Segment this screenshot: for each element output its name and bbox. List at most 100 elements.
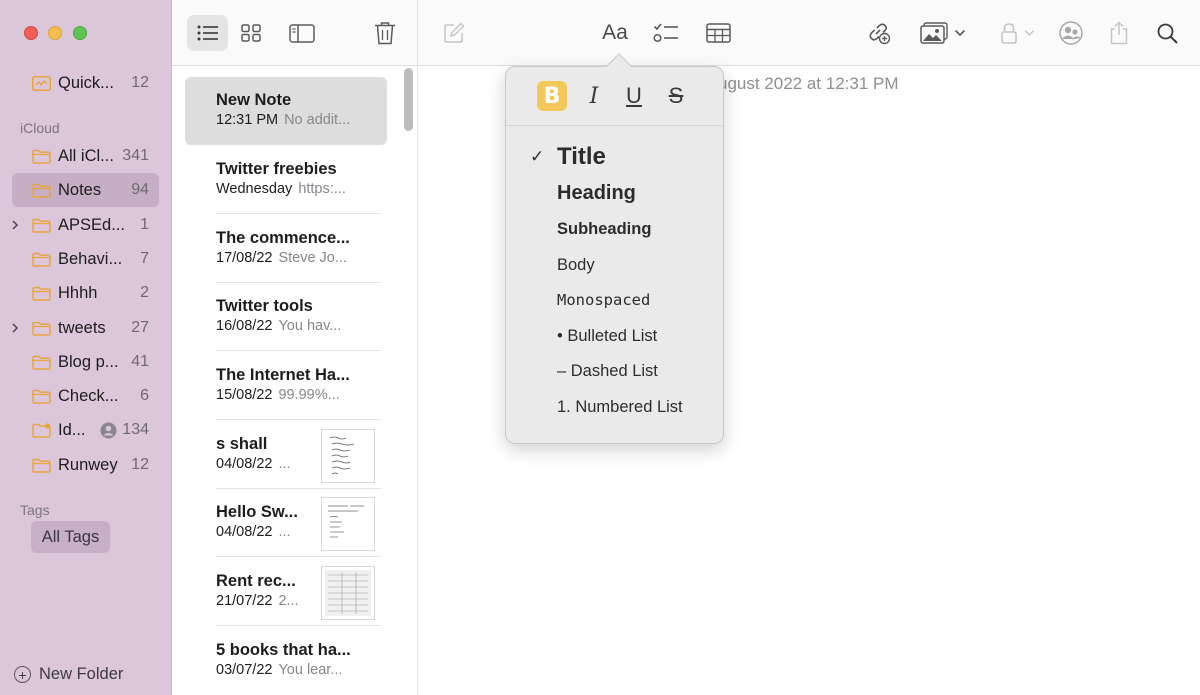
- bold-button[interactable]: B: [537, 81, 567, 111]
- note-title: 5 books that ha...: [216, 641, 351, 659]
- collaboration-icon: [1059, 21, 1083, 45]
- note-list-item[interactable]: The commence... 17/08/22 Steve Jo...: [185, 215, 387, 283]
- list-icon: [197, 25, 218, 41]
- note-list-scrollbar[interactable]: [404, 68, 413, 131]
- new-folder-button[interactable]: + New Folder: [14, 665, 123, 684]
- sidebar-item-label: Notes: [58, 180, 102, 199]
- note-date: 16/08/22: [216, 318, 273, 334]
- sidebar-icon: [289, 23, 315, 43]
- sidebar-item-check[interactable]: Check... 6: [12, 379, 159, 413]
- folder-icon: [32, 389, 51, 404]
- new-note-button[interactable]: [437, 15, 471, 51]
- sidebar-item-blog[interactable]: Blog p... 41: [12, 345, 159, 379]
- note-list-item[interactable]: Rent rec... 21/07/22 2...: [185, 558, 387, 626]
- sidebar-item-apsed[interactable]: APSEd... 1: [12, 208, 159, 242]
- style-option-dashed-list[interactable]: – Dashed List: [557, 362, 658, 381]
- note-thumbnail-image: [321, 429, 375, 483]
- note-list-item[interactable]: s shall 04/08/22...: [185, 421, 387, 489]
- style-option-bulleted-list[interactable]: • Bulleted List: [557, 327, 657, 346]
- sidebar-item-behavior[interactable]: Behavi... 7: [12, 242, 159, 276]
- table-button[interactable]: [701, 15, 735, 51]
- sidebar-item-label: Id...: [58, 420, 86, 439]
- minimize-window-button[interactable]: [48, 26, 62, 40]
- sidebar-item-quick-notes[interactable]: Quick... 12: [12, 66, 159, 100]
- note-list-item[interactable]: New Note 12:31 PM No addit...: [185, 77, 387, 145]
- style-option-body[interactable]: Body: [557, 256, 595, 275]
- chevron-right-icon[interactable]: [10, 323, 20, 333]
- search-button[interactable]: [1150, 15, 1184, 51]
- folder-icon: [32, 149, 51, 164]
- note-meta: 04/08/22...: [216, 524, 291, 540]
- sidebar-item-label: Check...: [58, 386, 119, 405]
- checkmark-icon: ✓: [530, 147, 545, 166]
- shared-person-icon: [100, 422, 117, 439]
- sidebar-item-runwey[interactable]: Runwey 12: [12, 448, 159, 482]
- share-icon: [1110, 21, 1128, 45]
- section-header-tags: Tags: [20, 502, 50, 518]
- sidebar-item-label: Hhhh: [58, 283, 98, 302]
- note-separator: [216, 213, 381, 214]
- delete-button[interactable]: [368, 15, 402, 51]
- note-preview: 99.99%...: [278, 387, 340, 403]
- photo-icon: [920, 22, 948, 44]
- close-window-button[interactable]: [24, 26, 38, 40]
- sidebar-item-hhhh[interactable]: Hhhh 2: [12, 276, 159, 310]
- note-title: The Internet Ha...: [216, 366, 350, 384]
- strikethrough-button[interactable]: S: [661, 81, 691, 111]
- grid-icon: [241, 24, 261, 42]
- checklist-button[interactable]: [649, 15, 683, 51]
- folder-icon: [32, 321, 51, 336]
- share-button[interactable]: [1102, 15, 1136, 51]
- sidebar-item-label: Behavi...: [58, 249, 123, 268]
- note-preview: https:...: [298, 181, 346, 197]
- new-folder-label: New Folder: [39, 665, 124, 683]
- note-meta: 12:31 PM No addit...: [216, 112, 350, 128]
- sidebar-item-count: 27: [131, 319, 149, 336]
- note-date: 17/08/22: [216, 250, 273, 266]
- media-button[interactable]: [917, 15, 969, 51]
- note-list-item[interactable]: The Internet Ha... 15/08/22 99.99%...: [185, 352, 387, 420]
- style-option-monospaced[interactable]: Monospaced: [557, 291, 650, 309]
- collaborate-button[interactable]: [1054, 15, 1088, 51]
- sidebar-item-notes[interactable]: Notes 94: [12, 173, 159, 207]
- gallery-view-button[interactable]: [234, 15, 268, 51]
- sidebar-item-label: All iCl...: [58, 146, 114, 165]
- sidebar-item-count: 2: [140, 284, 149, 301]
- sidebar-item-ideas-shared[interactable]: Id... 134: [12, 413, 159, 447]
- zoom-window-button[interactable]: [73, 26, 87, 40]
- note-created-date: ugust 2022 at 12:31 PM: [718, 74, 899, 93]
- style-option-heading[interactable]: Heading: [557, 182, 636, 205]
- sidebar-item-count: 12: [131, 456, 149, 473]
- toolbar: Aa: [172, 0, 1200, 66]
- note-list-item[interactable]: Twitter freebies Wednesday https:...: [185, 146, 387, 214]
- link-button[interactable]: [862, 15, 896, 51]
- note-title: Rent rec...: [216, 572, 296, 590]
- folder-icon: [32, 183, 51, 198]
- toggle-sidebar-button[interactable]: [285, 15, 319, 51]
- lock-button[interactable]: [996, 15, 1038, 51]
- sidebar-item-tweets[interactable]: tweets 27: [12, 311, 159, 345]
- note-list-item[interactable]: Hello Sw... 04/08/22...: [185, 489, 387, 557]
- note-list-item[interactable]: Twitter tools 16/08/22 You hav...: [185, 283, 387, 351]
- underline-button[interactable]: U: [619, 81, 649, 111]
- note-title: Hello Sw...: [216, 503, 298, 521]
- format-button[interactable]: Aa: [596, 15, 634, 51]
- chevron-right-icon[interactable]: [10, 220, 20, 230]
- all-tags-button[interactable]: All Tags: [31, 521, 110, 553]
- format-popover: B I U S ✓ Title Heading Subheading Body …: [505, 53, 724, 444]
- shared-folder-icon: [32, 423, 51, 438]
- note-meta: Wednesday https:...: [216, 181, 346, 197]
- note-thumbnail-image: [321, 497, 375, 551]
- style-option-subheading[interactable]: Subheading: [557, 220, 651, 239]
- note-separator: [216, 350, 381, 351]
- italic-button[interactable]: I: [579, 81, 609, 111]
- style-option-title[interactable]: Title: [557, 143, 606, 171]
- chevron-down-icon: [1024, 30, 1034, 36]
- list-view-button[interactable]: [187, 15, 228, 51]
- style-option-numbered-list[interactable]: 1. Numbered List: [557, 398, 683, 417]
- sidebar-item-count: 341: [122, 147, 149, 164]
- sidebar-item-all-icloud[interactable]: All iCl... 341: [12, 139, 159, 173]
- note-date: 04/08/22: [216, 456, 273, 472]
- note-list-item[interactable]: 5 books that ha... 03/07/22 You lear...: [185, 627, 387, 695]
- note-date: 03/07/22: [216, 662, 273, 678]
